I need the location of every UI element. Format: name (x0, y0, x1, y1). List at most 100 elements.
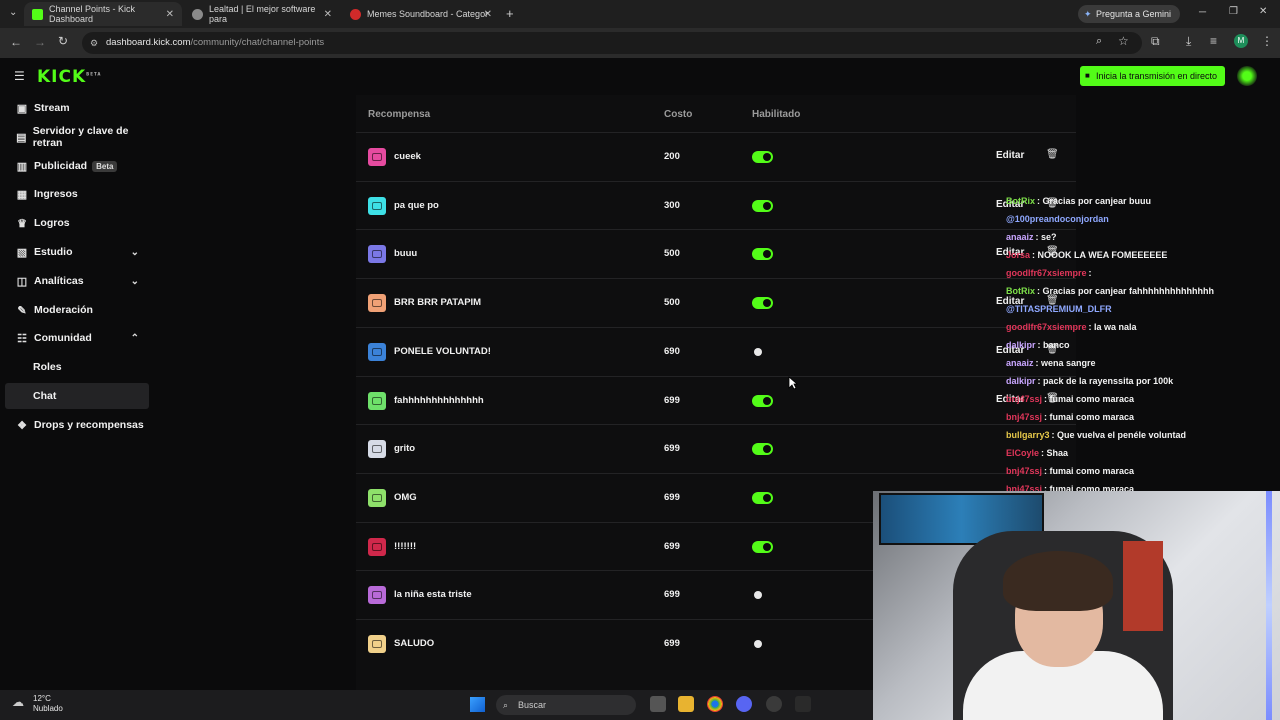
enabled-toggle[interactable] (752, 638, 773, 650)
sidebar-item-label: Servidor y clave de retran (32, 125, 129, 149)
enabled-toggle[interactable] (752, 151, 773, 163)
tab-close-icon[interactable]: ✕ (484, 9, 492, 20)
sidebar-item-analiticas[interactable]: ◫ Analíticas ⌄ (5, 268, 149, 294)
enabled-toggle[interactable] (752, 589, 773, 601)
reward-icon (368, 245, 386, 264)
gemini-button[interactable]: ✦ Pregunta a Gemini (1078, 5, 1181, 23)
stream-icon: ▣ (16, 102, 28, 115)
chat-username[interactable]: @TITASPREMIUM_DLFR (1006, 304, 1112, 314)
chat-username[interactable]: goodlfr67xsiempre (1006, 322, 1087, 332)
tab-memes-soundboard[interactable]: Memes Soundboard - Categor ✕ (342, 2, 500, 26)
tab-title: Memes Soundboard - Categor (367, 9, 489, 19)
new-tab-button[interactable]: + (506, 6, 514, 21)
chevron-up-icon[interactable]: ⌃ (131, 333, 139, 344)
reload-icon[interactable]: ↻ (58, 34, 68, 48)
income-icon: ▦ (16, 188, 28, 201)
tab-channel-points[interactable]: Channel Points - Kick Dashboard ✕ (24, 2, 182, 26)
bookmark-star-icon[interactable]: ☆ (1118, 34, 1129, 48)
zoom-icon[interactable]: ⌕ (1096, 35, 1102, 48)
minimize-icon[interactable]: ─ (1199, 7, 1206, 18)
sidebar-item-comunidad[interactable]: ☷ Comunidad ⌃ (5, 325, 149, 351)
sidebar-item-label: Drops y recompensas (34, 419, 144, 431)
back-icon[interactable]: ← (10, 35, 22, 49)
file-explorer-icon[interactable] (678, 696, 694, 712)
table-row: grito 699 (356, 424, 1076, 473)
app-icon[interactable] (795, 696, 811, 712)
chat-text: : Shaa (1041, 448, 1069, 458)
chat-username[interactable]: anaaiz (1006, 232, 1034, 242)
chat-username[interactable]: bnj47ssj (1006, 466, 1042, 476)
chat-username[interactable]: bnj47ssj (1006, 394, 1042, 404)
enabled-toggle[interactable] (752, 248, 773, 261)
sidebar-item-roles[interactable]: Roles (5, 354, 149, 380)
reward-name: la niña esta triste (394, 589, 472, 601)
chat-username[interactable]: BotRix (1006, 196, 1035, 206)
enabled-toggle[interactable] (752, 491, 773, 504)
sidebar-item-estudio[interactable]: ▧ Estudio ⌄ (5, 239, 149, 265)
column-header-reward: Recompensa (368, 109, 431, 120)
sidebar-item-server[interactable]: ▤ Servidor y clave de retran (5, 124, 149, 150)
edit-button[interactable]: Editar (996, 150, 1024, 161)
enabled-toggle[interactable] (752, 199, 773, 212)
task-view-icon[interactable] (650, 696, 666, 712)
download-icon[interactable]: ⤓ (1186, 34, 1191, 49)
forward-icon[interactable]: → (34, 35, 46, 49)
chevron-down-icon[interactable]: ⌄ (131, 276, 139, 287)
chat-username[interactable]: BotRix (1006, 286, 1035, 296)
chat-username[interactable]: bullgarry3 (1006, 430, 1050, 440)
webcam-person-hair (1003, 551, 1113, 611)
enabled-toggle[interactable] (752, 443, 773, 456)
close-window-icon[interactable]: ✕ (1259, 6, 1267, 17)
windows-start-icon[interactable] (470, 697, 485, 712)
chat-username[interactable]: anaaiz (1006, 358, 1034, 368)
menu-dots-icon[interactable]: ⋮ (1261, 34, 1273, 48)
tab-lealtad[interactable]: Lealtad | El mejor software para ✕ (184, 2, 340, 26)
chat-username[interactable]: bnj47ssj (1006, 412, 1042, 422)
discord-icon[interactable] (736, 696, 752, 712)
enabled-toggle[interactable] (752, 297, 773, 310)
sidebar-item-publicidad[interactable]: ▥ Publicidad Beta (5, 153, 149, 179)
enabled-toggle[interactable] (752, 394, 773, 407)
reward-icon (368, 148, 386, 166)
chat-username[interactable]: ElCoyle (1006, 448, 1039, 458)
server-icon: ▤ (16, 131, 27, 144)
chevron-down-icon[interactable]: ⌄ (131, 247, 139, 258)
tab-close-icon[interactable]: ✕ (324, 9, 332, 20)
enabled-toggle[interactable] (752, 346, 773, 358)
url-input[interactable]: ⚙ dashboard.kick.com/community/chat/chan… (82, 32, 1142, 54)
kick-logo[interactable]: KICKBETA (37, 67, 101, 87)
sidebar-item-ingresos[interactable]: ▦ Ingresos (5, 181, 149, 207)
chat-username[interactable]: dalkipr (1006, 376, 1036, 386)
chat-username[interactable]: Jorsa (1006, 250, 1030, 260)
weather-widget[interactable]: 12°C Nublado (33, 694, 63, 714)
chat-username[interactable]: dalkipr (1006, 340, 1036, 350)
site-info-icon[interactable]: ⚙ (90, 32, 98, 54)
hamburger-menu-icon[interactable]: ☰ (14, 69, 25, 83)
chat-message: @TITASPREMIUM_DLFR (1006, 304, 1114, 314)
chat-text: : fumai como maraca (1044, 394, 1135, 404)
chat-username[interactable]: @100preandoconjordan (1006, 214, 1109, 224)
chrome-icon[interactable] (707, 696, 723, 712)
profile-avatar[interactable]: M (1234, 34, 1248, 48)
sidebar-item-chat[interactable]: Chat (5, 383, 149, 409)
tab-list-chevron-icon[interactable]: ⌄ (9, 7, 17, 18)
media-icon[interactable]: ≡ (1210, 34, 1217, 48)
column-header-cost: Costo (664, 109, 693, 120)
taskbar-search[interactable]: ⌕ Buscar (496, 695, 636, 715)
sidebar-item-drops[interactable]: ❖ Drops y recompensas (5, 412, 149, 438)
extensions-icon[interactable]: ⧉ (1151, 34, 1160, 49)
chat-username[interactable]: goodlfr67xsiempre (1006, 268, 1087, 278)
chat-text: : pack de la rayenssita por 100k (1037, 376, 1174, 386)
steam-icon[interactable] (766, 696, 782, 712)
start-stream-button[interactable]: ■ Inicia la transmisión en directo (1080, 66, 1225, 86)
trash-icon[interactable]: 🗑 (1046, 149, 1059, 160)
tab-close-icon[interactable]: ✕ (166, 9, 174, 20)
enabled-toggle[interactable] (752, 540, 773, 553)
chat-message: anaaiz: wena sangre (1006, 358, 1096, 368)
chat-text: : Gracias por canjear buuu (1037, 196, 1152, 206)
user-avatar[interactable] (1237, 66, 1257, 86)
sidebar-item-moderacion[interactable]: ✎ Moderación (5, 297, 149, 323)
sidebar-item-logros[interactable]: ♛ Logros (5, 210, 149, 236)
sidebar-item-stream[interactable]: ▣ Stream (5, 95, 149, 121)
restore-icon[interactable]: ❐ (1229, 6, 1238, 17)
